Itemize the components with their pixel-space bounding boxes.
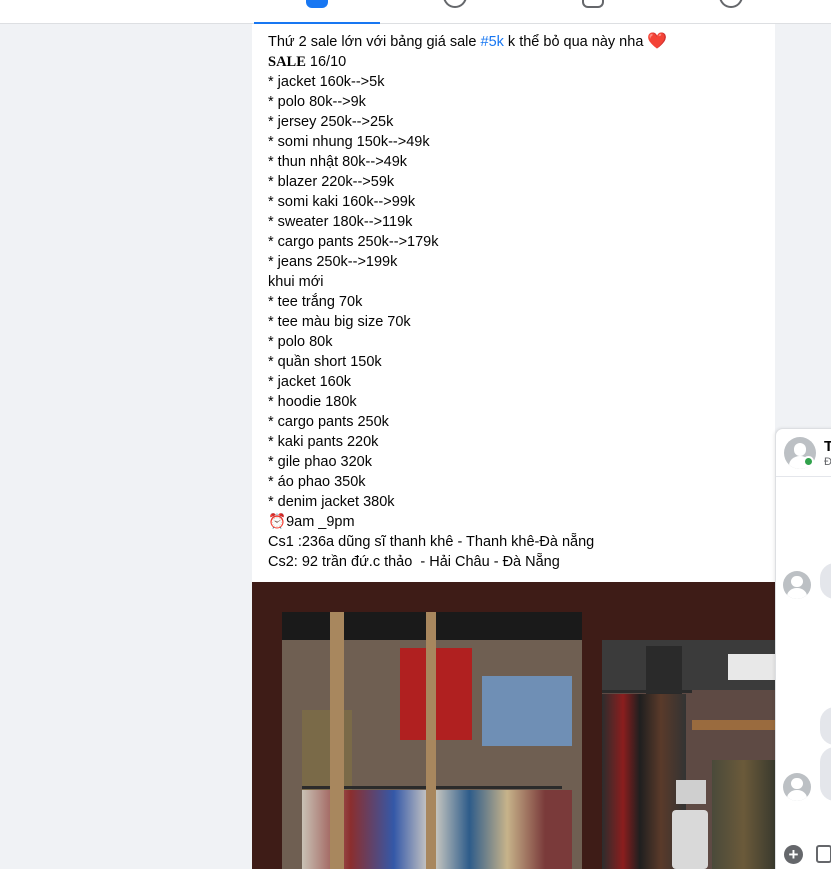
new-item: * jacket 160k <box>268 374 352 390</box>
new-item: * cargo pants 250k <box>268 414 389 430</box>
new-item: * polo 80k <box>268 334 333 350</box>
sale-item: * cargo pants 250k-->179k <box>268 234 439 250</box>
sale-item: * somi nhung 150k-->49k <box>268 134 430 150</box>
white-barrel <box>672 810 708 869</box>
nav-tab-home[interactable] <box>254 0 380 25</box>
marketplace-icon <box>582 0 604 8</box>
intro-suffix: k thể bỏ qua này nha <box>503 34 648 50</box>
new-item: * tee màu big size 70k <box>268 314 411 330</box>
post-card: Thứ 2 sale lớn với bảng giá sale #5k k t… <box>252 24 775 869</box>
wall-banner <box>400 648 472 740</box>
address-line-2: Cs2: 92 trần đứ.c thảo - Hải Châu - Đà N… <box>268 554 560 570</box>
hashtag-link[interactable]: #5k <box>481 34 504 50</box>
post-body-text: Thứ 2 sale lớn với bảng giá sale #5k k t… <box>252 24 775 572</box>
message-bubble <box>820 707 831 745</box>
store-photo-1[interactable] <box>282 612 582 869</box>
image-icon[interactable] <box>816 845 831 863</box>
top-navigation-bar <box>0 0 831 25</box>
new-item: * denim jacket 380k <box>268 494 395 510</box>
chat-header[interactable]: T Đ <box>776 429 831 477</box>
hanging-denim-jackets <box>482 676 572 746</box>
online-status-dot <box>803 456 814 467</box>
sale-date: 16/10 <box>305 54 347 70</box>
message-bubble <box>820 563 831 599</box>
plus-icon[interactable]: + <box>784 845 803 864</box>
air-conditioner <box>728 654 775 680</box>
nav-tab-watch[interactable] <box>392 0 518 24</box>
chat-contact-status: Đ <box>824 456 831 468</box>
new-item: * áo phao 350k <box>268 474 366 490</box>
chat-contact-name[interactable]: T <box>824 438 831 455</box>
alarm-clock-icon: ⏰ <box>268 514 287 530</box>
new-item: * gile phao 320k <box>268 454 372 470</box>
sale-item: * jeans 250k-->199k <box>268 254 398 270</box>
wooden-shelf <box>692 720 775 730</box>
new-items-heading: khui mới <box>268 274 324 290</box>
sale-item: * jersey 250k-->25k <box>268 114 394 130</box>
wooden-pillar-right <box>426 612 436 869</box>
groups-icon <box>719 0 743 8</box>
new-item: * hoodie 180k <box>268 394 357 410</box>
sale-label: SALE <box>268 54 306 70</box>
old-television <box>676 780 706 804</box>
new-item: * kaki pants 220k <box>268 434 379 450</box>
hours-line: ⏰9am _9pm <box>268 512 759 532</box>
chat-composer: + <box>776 839 831 869</box>
sale-heading: SALE 16/10 <box>268 52 759 72</box>
nav-tab-marketplace[interactable] <box>530 0 656 24</box>
intro-text: Thứ 2 sale lớn với bảng giá sale <box>268 34 481 50</box>
sale-item: * jacket 160k-->5k <box>268 74 385 90</box>
chat-window: T Đ + <box>775 428 831 869</box>
message-bubble <box>820 747 831 801</box>
heart-emoji: ❤️ <box>647 33 668 50</box>
post-intro-line: Thứ 2 sale lớn với bảng giá sale #5k k t… <box>268 32 759 52</box>
post-photo-collage[interactable] <box>252 582 775 869</box>
nav-tab-groups[interactable] <box>668 0 794 24</box>
home-icon <box>306 0 328 8</box>
sale-item: * thun nhật 80k-->49k <box>268 154 408 170</box>
photo2-clothes-right <box>712 760 775 869</box>
sale-item: * polo 80k-->9k <box>268 94 366 110</box>
store-photo-2[interactable] <box>602 640 775 869</box>
wooden-pillar-left <box>330 612 344 869</box>
sale-item: * blazer 220k-->59k <box>268 174 395 190</box>
new-item: * quần short 150k <box>268 354 382 370</box>
photo2-rack <box>602 690 692 693</box>
message-avatar <box>783 571 811 599</box>
new-item: * tee trắng 70k <box>268 294 363 310</box>
sale-item: * sweater 180k-->119k <box>268 214 413 230</box>
message-avatar <box>783 773 811 801</box>
address-line-1: Cs1 :236a dũng sĩ thanh khê - Thanh khê-… <box>268 534 595 550</box>
video-icon <box>443 0 467 8</box>
sale-item: * somi kaki 160k-->99k <box>268 194 416 210</box>
opening-hours: 9am _9pm <box>286 514 355 530</box>
